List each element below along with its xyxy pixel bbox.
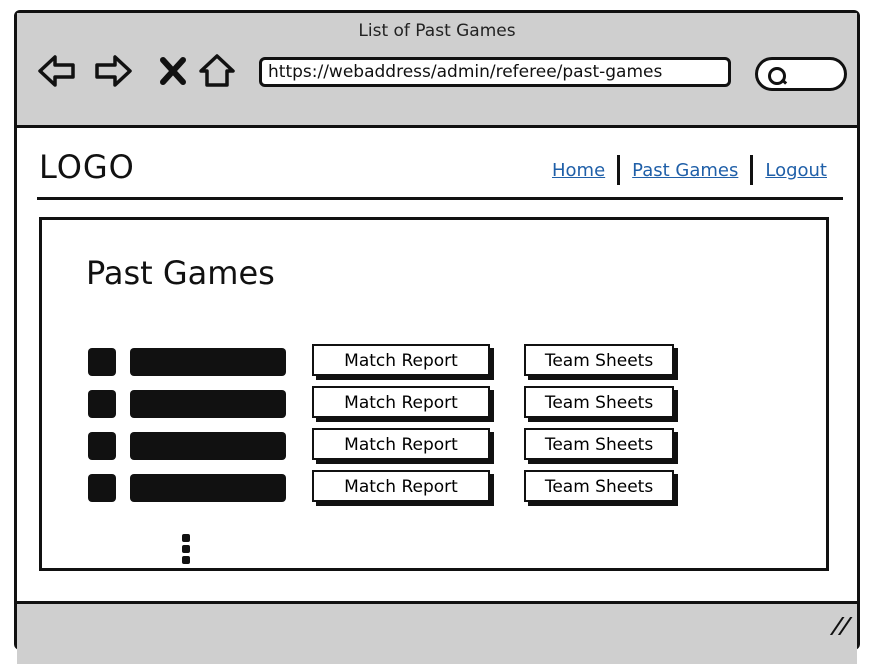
close-icon[interactable] <box>153 51 193 91</box>
logo: LOGO <box>39 148 135 186</box>
main-panel: Past Games Match Report Team Sheets Matc… <box>39 217 829 571</box>
game-icon-placeholder <box>88 474 116 502</box>
page-title: Past Games <box>86 254 275 292</box>
match-report-button[interactable]: Match Report <box>312 386 490 418</box>
top-nav: Home Past Games Logout <box>552 155 827 185</box>
game-name-placeholder <box>130 432 286 460</box>
address-bar[interactable]: https://webaddress/admin/referee/past-ga… <box>259 57 731 87</box>
team-sheets-button[interactable]: Team Sheets <box>524 428 674 460</box>
game-name-placeholder <box>130 348 286 376</box>
nav-divider <box>617 155 621 185</box>
header-divider <box>37 197 843 200</box>
team-sheets-button[interactable]: Team Sheets <box>524 470 674 502</box>
search-box[interactable] <box>755 57 847 91</box>
nav-link-past-games[interactable]: Past Games <box>632 160 738 181</box>
game-name-placeholder <box>130 390 286 418</box>
team-sheets-button[interactable]: Team Sheets <box>524 344 674 376</box>
resize-grip-icon[interactable]: // <box>828 614 853 639</box>
game-icon-placeholder <box>88 432 116 460</box>
match-report-button[interactable]: Match Report <box>312 428 490 460</box>
nav-divider <box>750 155 754 185</box>
home-icon[interactable] <box>197 51 237 91</box>
browser-chrome: List of Past Games https://webaddress/ad… <box>17 13 857 128</box>
search-icon <box>768 67 786 85</box>
more-items-icon[interactable] <box>182 534 190 568</box>
game-row: Match Report Team Sheets <box>88 386 788 420</box>
status-bar: // <box>17 601 857 664</box>
browser-window: List of Past Games https://webaddress/ad… <box>14 10 860 664</box>
game-row: Match Report Team Sheets <box>88 344 788 378</box>
game-name-placeholder <box>130 474 286 502</box>
back-icon[interactable] <box>37 51 77 91</box>
nav-link-home[interactable]: Home <box>552 160 605 181</box>
game-icon-placeholder <box>88 348 116 376</box>
window-title: List of Past Games <box>358 21 516 41</box>
forward-icon[interactable] <box>93 51 133 91</box>
match-report-button[interactable]: Match Report <box>312 344 490 376</box>
team-sheets-button[interactable]: Team Sheets <box>524 386 674 418</box>
nav-link-logout[interactable]: Logout <box>765 160 827 181</box>
game-row: Match Report Team Sheets <box>88 470 788 504</box>
game-row: Match Report Team Sheets <box>88 428 788 462</box>
game-icon-placeholder <box>88 390 116 418</box>
match-report-button[interactable]: Match Report <box>312 470 490 502</box>
